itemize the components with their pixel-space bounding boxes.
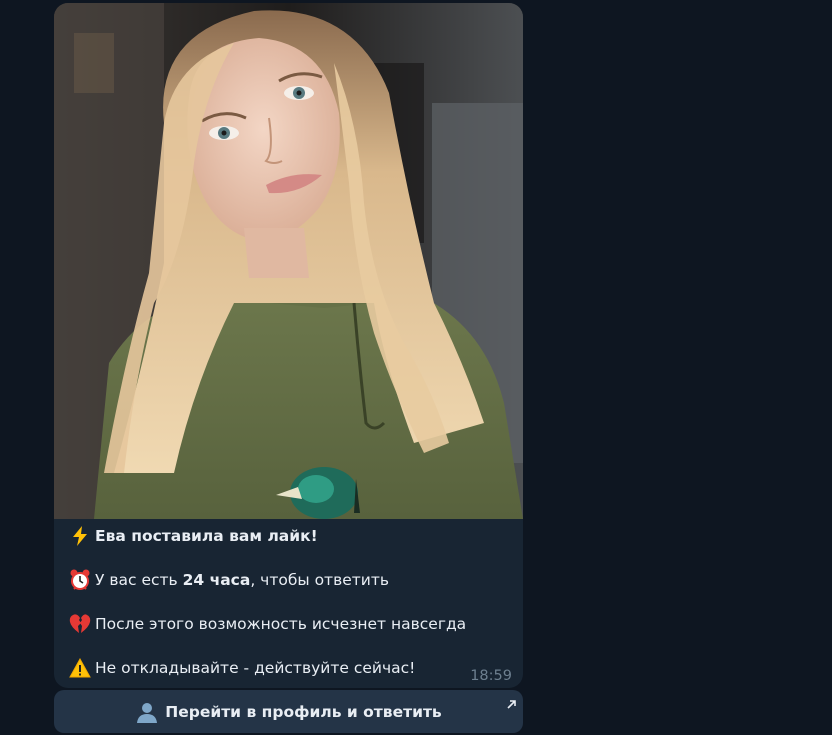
external-link-arrow-icon [506,695,517,709]
message-line-act-now: Не откладывайте - действуйте сейчас! [68,656,415,680]
go-to-profile-label: Перейти в профиль и ответить [165,702,442,721]
message-line-like: Ева поставила вам лайк! [68,524,318,548]
act-now-text: Не откладывайте - действуйте сейчас! [95,659,416,677]
deadline-prefix: У вас есть [95,571,183,589]
message-line-warning-disappear: После этого возможность исчезнет навсегд… [68,612,466,636]
message-text: Ева поставила вам лайк! У вас есть 24 ча… [54,519,523,688]
like-text: Ева поставила вам лайк! [95,527,318,545]
go-to-profile-button[interactable]: Перейти в профиль и ответить [54,690,523,733]
message-bubble: Ева поставила вам лайк! У вас есть 24 ча… [54,3,523,688]
disappear-text: После этого возможность исчезнет навсегд… [95,615,467,633]
broken-heart-icon [68,613,92,635]
message-line-deadline: У вас есть 24 часа, чтобы ответить [68,568,389,592]
lightning-icon [68,525,92,547]
woman-photo [54,3,523,519]
deadline-suffix: , чтобы ответить [250,571,390,589]
warning-icon [68,657,92,679]
message-time: 18:59 [470,668,512,684]
message-photo[interactable] [54,3,523,519]
alarm-clock-icon [68,569,92,591]
deadline-hours: 24 часа [182,571,251,589]
bust-silhouette-icon [135,700,159,724]
